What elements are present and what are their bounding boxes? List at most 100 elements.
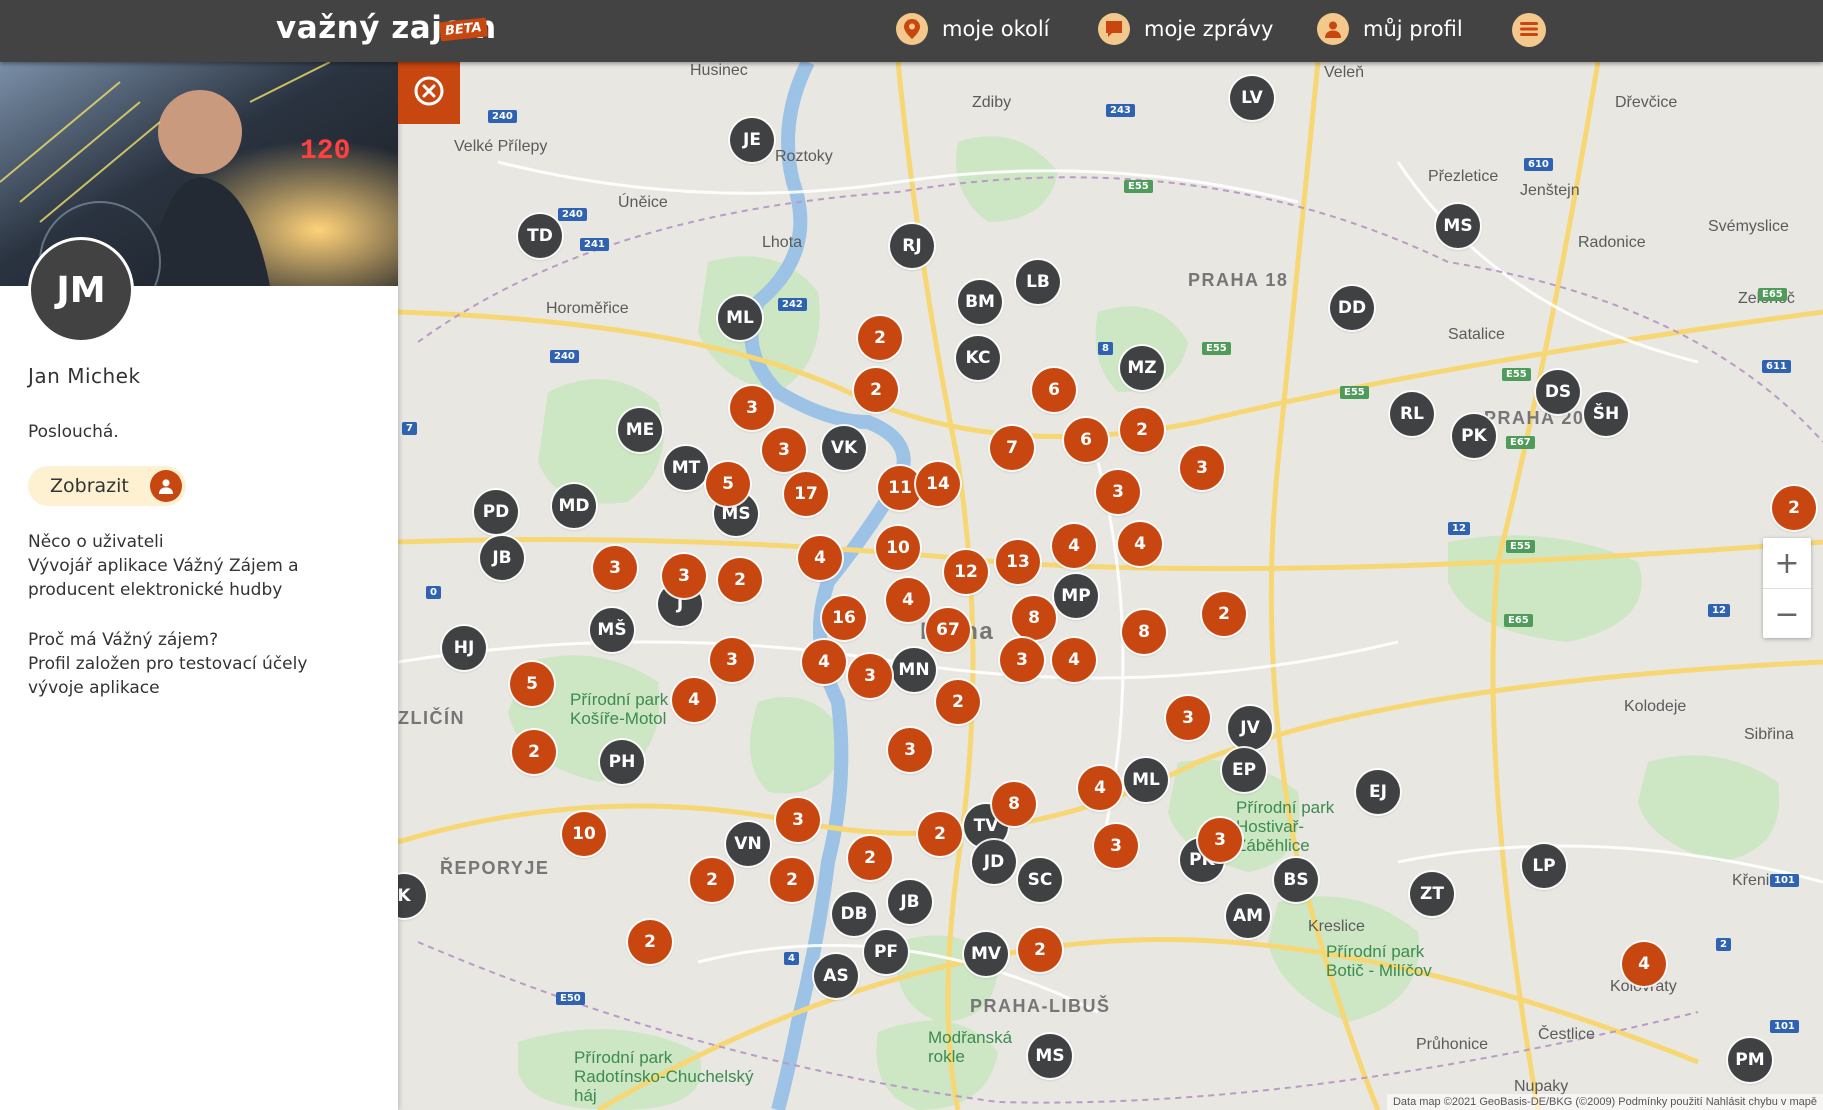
cluster-marker[interactable]: 16 xyxy=(822,596,866,640)
user-marker[interactable]: ZT xyxy=(1410,872,1454,916)
user-marker[interactable]: VK xyxy=(822,426,866,470)
user-marker[interactable]: MN xyxy=(892,648,936,692)
cluster-marker[interactable]: 4 xyxy=(1118,522,1162,566)
user-marker[interactable]: BM xyxy=(958,280,1002,324)
cluster-marker[interactable]: 3 xyxy=(593,546,637,590)
cluster-marker[interactable]: 4 xyxy=(886,578,930,622)
nav-my-profile[interactable]: můj profil xyxy=(1317,13,1463,45)
cluster-marker[interactable]: 14 xyxy=(916,462,960,506)
user-marker[interactable]: MT xyxy=(664,446,708,490)
cluster-marker[interactable]: 8 xyxy=(1122,610,1166,654)
cluster-marker[interactable]: 3 xyxy=(1198,818,1242,862)
user-marker[interactable]: MP xyxy=(1054,574,1098,618)
cluster-marker[interactable]: 2 xyxy=(858,316,902,360)
cluster-marker[interactable]: 5 xyxy=(510,662,554,706)
nav-my-area[interactable]: moje okolí xyxy=(896,13,1050,45)
user-marker[interactable]: PD xyxy=(474,490,518,534)
cluster-marker[interactable]: 3 xyxy=(1180,446,1224,490)
cluster-marker[interactable]: 4 xyxy=(1052,524,1096,568)
user-marker[interactable]: JB xyxy=(888,880,932,924)
user-marker[interactable]: DB xyxy=(832,892,876,936)
close-panel-button[interactable] xyxy=(398,62,460,124)
user-marker[interactable]: PM xyxy=(1728,1038,1772,1082)
user-marker[interactable]: AS xyxy=(814,954,858,998)
user-marker[interactable]: RJ xyxy=(890,224,934,268)
map-attribution[interactable]: Data map ©2021 GeoBasis-DE/BKG (©2009) P… xyxy=(1386,1094,1823,1110)
cluster-marker[interactable]: 2 xyxy=(770,858,814,902)
cluster-marker[interactable]: 4 xyxy=(1078,766,1122,810)
user-marker[interactable]: KC xyxy=(956,336,1000,380)
cluster-marker[interactable]: 2 xyxy=(848,836,892,880)
cluster-marker[interactable]: 67 xyxy=(926,608,970,652)
cluster-marker[interactable]: 4 xyxy=(802,640,846,684)
user-marker[interactable]: SC xyxy=(1018,858,1062,902)
nav-my-messages[interactable]: moje zprávy xyxy=(1098,13,1273,45)
user-marker[interactable]: AM xyxy=(1226,894,1270,938)
user-marker[interactable]: MZ xyxy=(1120,346,1164,390)
cluster-marker[interactable]: 8 xyxy=(992,782,1036,826)
cluster-marker[interactable]: 3 xyxy=(848,654,892,698)
cluster-marker[interactable]: 3 xyxy=(662,554,706,598)
user-marker[interactable]: ŠH xyxy=(1584,392,1628,436)
cluster-marker[interactable]: 13 xyxy=(996,540,1040,584)
cluster-marker[interactable]: 2 xyxy=(936,680,980,724)
user-marker[interactable]: MŠ xyxy=(590,608,634,652)
cluster-marker[interactable]: 7 xyxy=(990,426,1034,470)
hamburger-menu-button[interactable] xyxy=(1512,13,1546,47)
user-marker[interactable]: LV xyxy=(1230,76,1274,120)
cluster-marker[interactable]: 4 xyxy=(672,678,716,722)
cluster-marker[interactable]: 4 xyxy=(798,536,842,580)
cluster-marker[interactable]: 2 xyxy=(1018,928,1062,972)
user-marker[interactable]: JV xyxy=(1228,706,1272,750)
cluster-marker[interactable]: 4 xyxy=(1622,942,1666,986)
cluster-marker[interactable]: 3 xyxy=(762,428,806,472)
cluster-marker[interactable]: 3 xyxy=(730,386,774,430)
user-marker[interactable]: DS xyxy=(1536,370,1580,414)
cluster-marker[interactable]: 2 xyxy=(628,920,672,964)
user-marker[interactable]: EJ xyxy=(1356,770,1400,814)
user-marker[interactable]: RL xyxy=(1390,392,1434,436)
cluster-marker[interactable]: 3 xyxy=(1094,824,1138,868)
user-marker[interactable]: PH xyxy=(600,740,644,784)
user-marker[interactable]: DD xyxy=(1330,286,1374,330)
cluster-marker[interactable]: 3 xyxy=(1000,638,1044,682)
cluster-marker[interactable]: 4 xyxy=(1052,638,1096,682)
cluster-marker[interactable]: 8 xyxy=(1012,596,1056,640)
map-view[interactable]: Husinec Zdiby Veleň Dřevčice Velké Příle… xyxy=(398,62,1823,1110)
user-marker[interactable]: ML xyxy=(718,296,762,340)
cluster-marker[interactable]: 2 xyxy=(690,858,734,902)
show-profile-button[interactable]: Zobrazit xyxy=(28,466,186,506)
user-marker[interactable]: ME xyxy=(618,408,662,452)
cluster-marker[interactable]: 10 xyxy=(562,812,606,856)
user-marker[interactable]: JD xyxy=(972,840,1016,884)
cluster-marker[interactable]: 17 xyxy=(784,472,828,516)
cluster-marker[interactable]: 10 xyxy=(876,526,920,570)
user-marker[interactable]: PK xyxy=(1452,414,1496,458)
user-marker[interactable]: TD xyxy=(518,214,562,258)
cluster-marker[interactable]: 6 xyxy=(1064,418,1108,462)
cluster-marker[interactable]: 2 xyxy=(1772,486,1816,530)
user-marker[interactable]: MS xyxy=(1436,204,1480,248)
user-marker[interactable]: LB xyxy=(1016,260,1060,304)
cluster-marker[interactable]: 6 xyxy=(1032,368,1076,412)
cluster-marker[interactable]: 2 xyxy=(1202,592,1246,636)
cluster-marker[interactable]: 3 xyxy=(1166,696,1210,740)
user-marker[interactable]: VN xyxy=(726,822,770,866)
user-marker[interactable]: PF xyxy=(864,930,908,974)
user-marker[interactable]: BS xyxy=(1274,858,1318,902)
user-marker[interactable]: MS xyxy=(1028,1034,1072,1078)
cluster-marker[interactable]: 12 xyxy=(944,550,988,594)
user-marker[interactable]: MD xyxy=(552,484,596,528)
cluster-marker[interactable]: 2 xyxy=(854,368,898,412)
zoom-out-button[interactable]: − xyxy=(1763,589,1811,639)
user-marker[interactable]: HJ xyxy=(442,626,486,670)
user-marker[interactable]: LP xyxy=(1522,844,1566,888)
cluster-marker[interactable]: 2 xyxy=(718,558,762,602)
zoom-in-button[interactable]: + xyxy=(1763,538,1811,589)
cluster-marker[interactable]: 3 xyxy=(776,798,820,842)
user-marker[interactable]: MV xyxy=(964,932,1008,976)
cluster-marker[interactable]: 5 xyxy=(706,462,750,506)
cluster-marker[interactable]: 3 xyxy=(888,728,932,772)
cluster-marker[interactable]: 3 xyxy=(1096,470,1140,514)
cluster-marker[interactable]: 2 xyxy=(1120,408,1164,452)
